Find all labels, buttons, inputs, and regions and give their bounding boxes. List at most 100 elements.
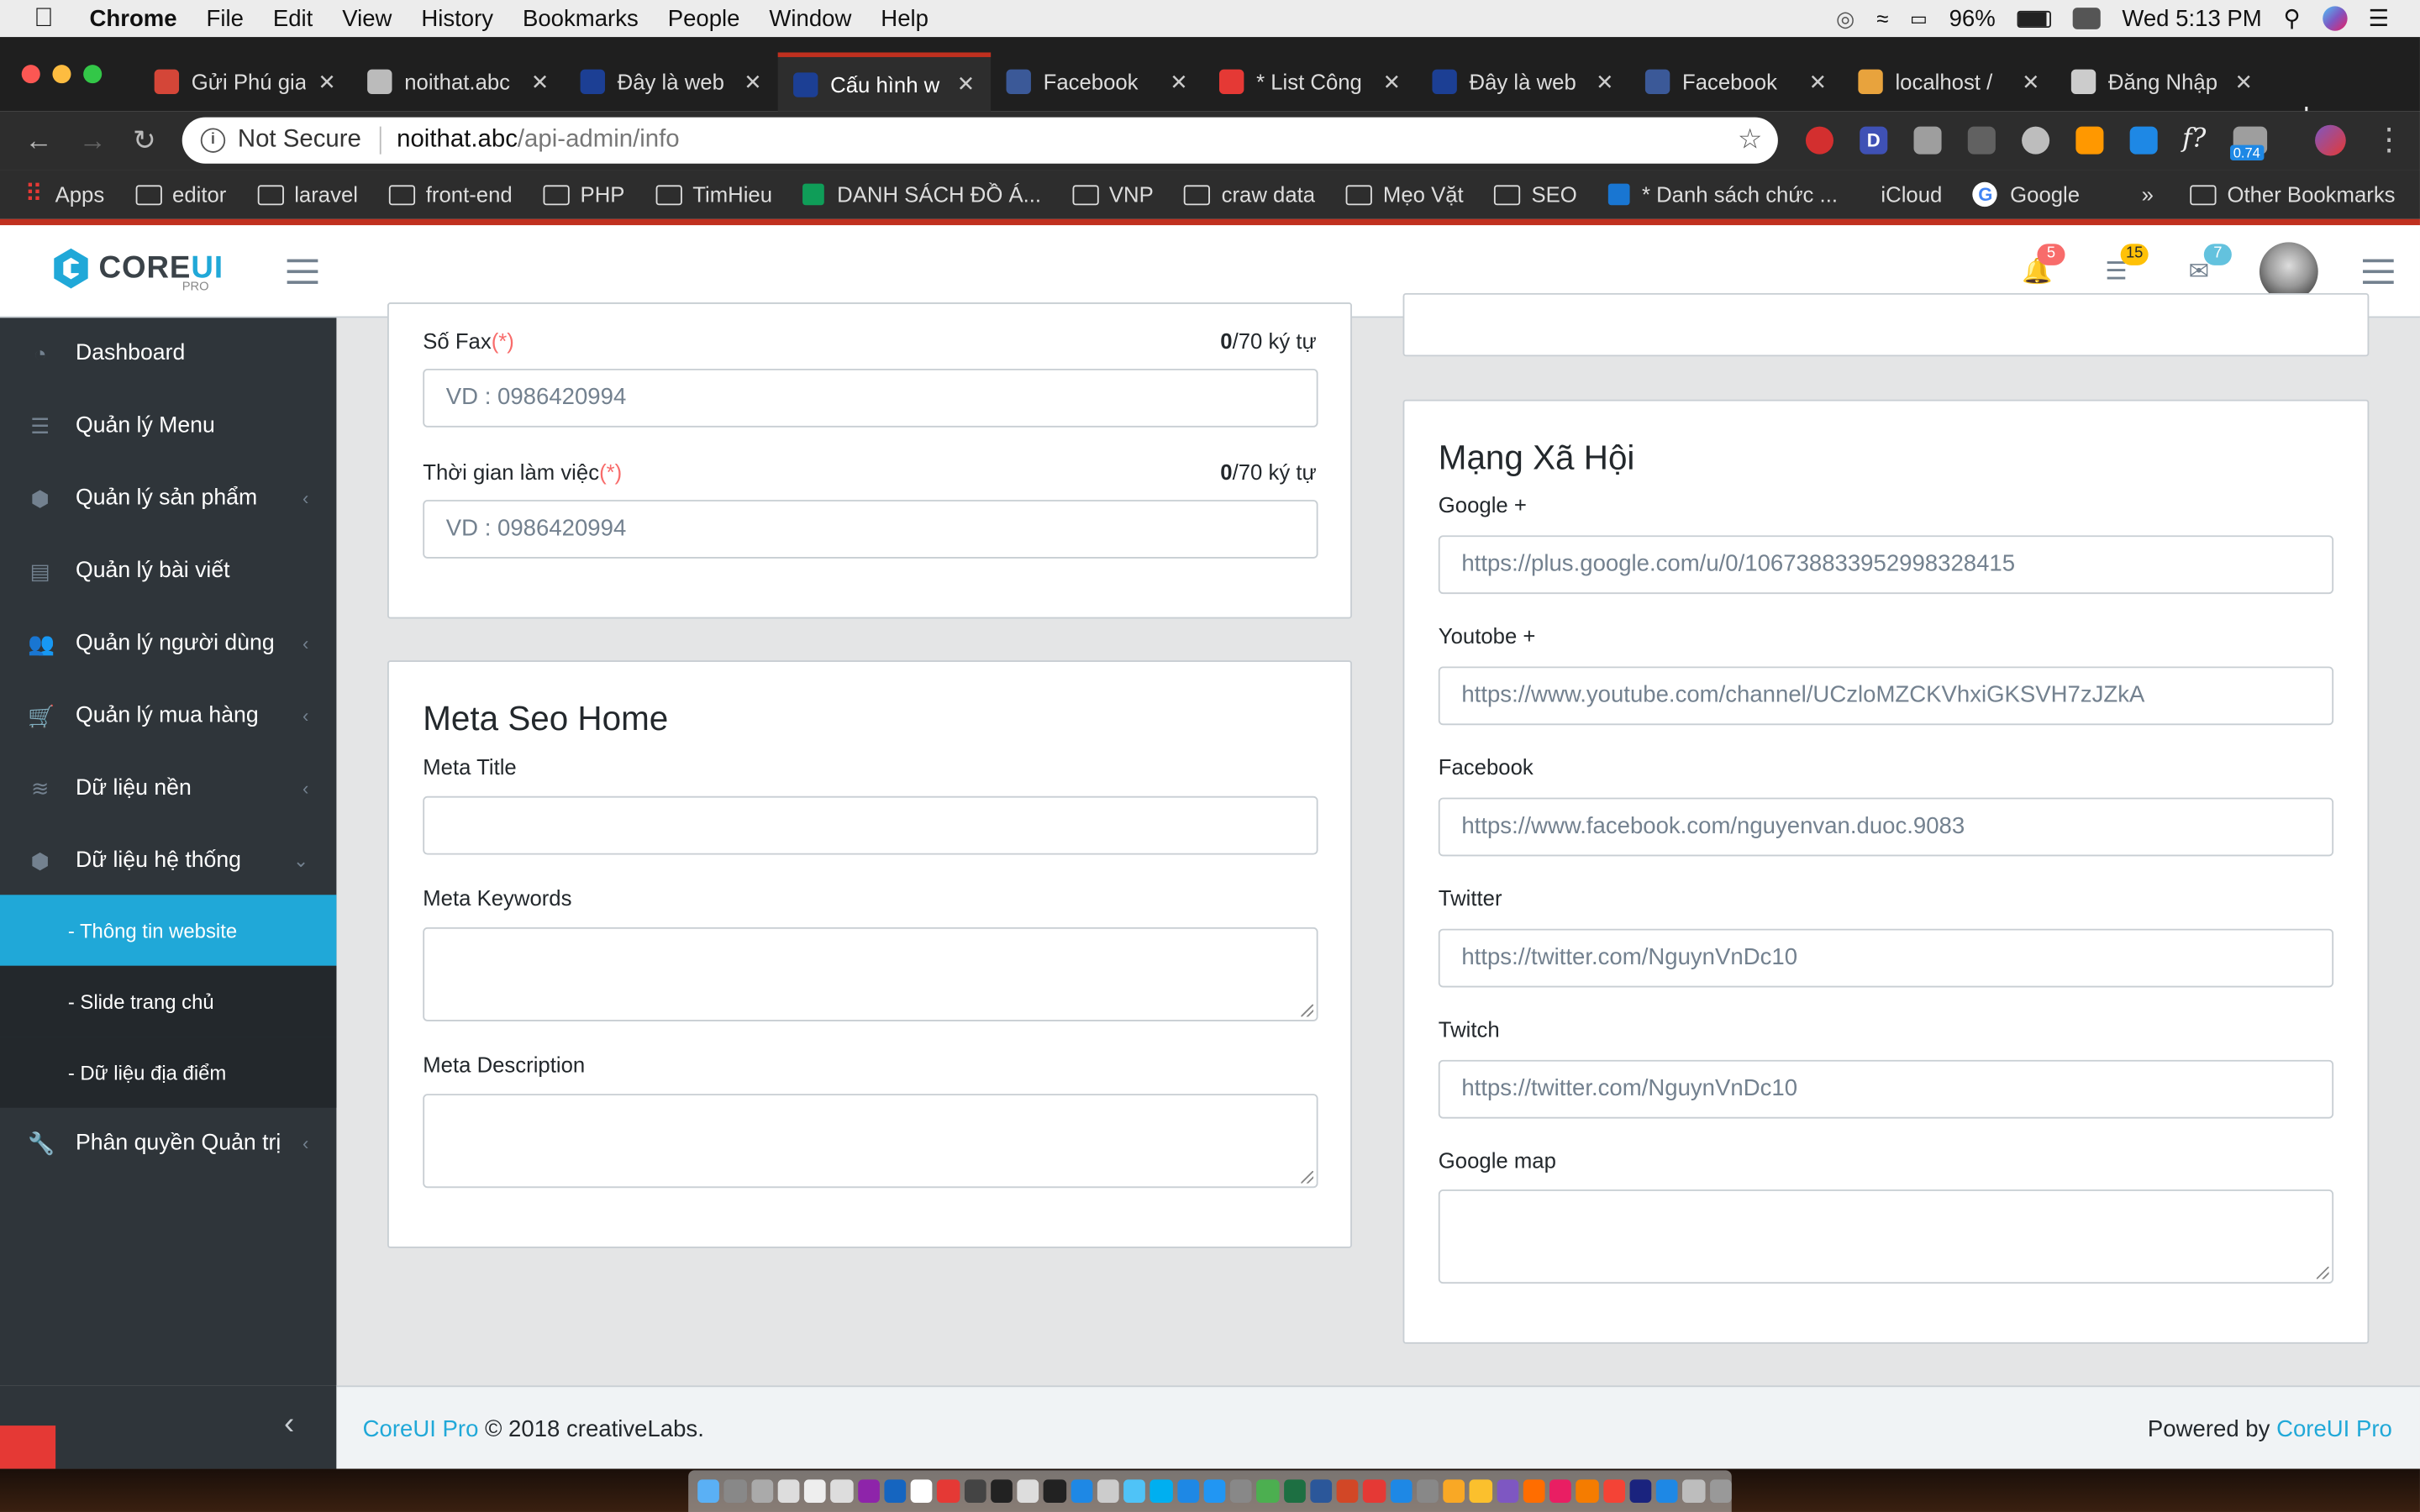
mail-icon[interactable]: ✉ 7 <box>2188 244 2232 286</box>
recycle-extension-icon[interactable] <box>1967 126 1996 155</box>
bookmark-item[interactable]: DANH SÁCH ĐỒ Á... <box>802 182 1041 207</box>
sidebar-item[interactable]: ⬢ Dữ liệu hệ thống ⌄ <box>0 826 336 896</box>
dock-app-icon[interactable] <box>1097 1479 1119 1503</box>
dock-app-icon[interactable] <box>830 1479 853 1503</box>
bookmark-item[interactable]: G Google <box>1973 181 2080 207</box>
browser-tab[interactable]: Cấu hình w ✕ <box>777 52 992 112</box>
bookmark-item[interactable]: front-end <box>388 182 513 207</box>
social-field-input[interactable]: https://plus.google.com/u/0/106738833952… <box>1438 535 2334 595</box>
footer-powered-link[interactable]: CoreUI Pro <box>2276 1416 2392 1442</box>
sidebar-item[interactable]: ◔ Dashboard <box>0 318 336 388</box>
dock-app-icon[interactable] <box>1203 1479 1226 1503</box>
dock-app-icon[interactable] <box>1389 1479 1413 1503</box>
tab-close-icon[interactable]: ✕ <box>2235 69 2254 95</box>
dock-app-icon[interactable] <box>1229 1479 1253 1503</box>
dock-app-icon[interactable] <box>1469 1479 1492 1503</box>
bookmark-star-icon[interactable]: ☆ <box>1738 123 1763 156</box>
dock-app-icon[interactable] <box>1070 1479 1092 1503</box>
social-field-input[interactable]: https://www.facebook.com/nguyenvan.duoc.… <box>1438 797 2334 857</box>
dock-app-icon[interactable] <box>1682 1479 1705 1503</box>
meta-description-textarea[interactable] <box>423 1094 1318 1189</box>
fax-input[interactable]: VD : 0986420994 <box>423 368 1318 428</box>
clock[interactable]: Wed 5:13 PM <box>2122 5 2261 31</box>
sidebar-item[interactable]: ⬢ Quản lý sản phẩm ‹ <box>0 463 336 533</box>
dock-app-icon[interactable] <box>1709 1479 1732 1503</box>
apple-icon[interactable]:  <box>34 4 61 33</box>
sidebar-item-permissions[interactable]: 🔧 Phân quyền Quản trị ‹ <box>0 1108 336 1179</box>
menu-help[interactable]: Help <box>881 5 929 31</box>
bookmark-item[interactable]: iCloud <box>1869 182 1942 207</box>
wifi-icon[interactable]: ≈ <box>1876 6 1888 30</box>
dock-app-icon[interactable] <box>1443 1479 1465 1503</box>
dock-app-icon[interactable] <box>1602 1479 1625 1503</box>
dock-app-icon[interactable] <box>750 1479 773 1503</box>
bookmark-item[interactable]: SEO <box>1494 182 1577 207</box>
working-time-input[interactable]: VD : 0986420994 <box>423 500 1318 559</box>
dock-app-icon[interactable] <box>1655 1479 1678 1503</box>
profile-avatar-icon[interactable] <box>2315 124 2346 156</box>
bookmark-item[interactable]: PHP <box>543 182 624 207</box>
tab-close-icon[interactable]: ✕ <box>957 71 976 97</box>
dock-app-icon[interactable] <box>1017 1479 1039 1503</box>
bookmark-item[interactable]: Mẹo Vặt <box>1345 182 1464 207</box>
dock-app-icon[interactable] <box>1363 1479 1386 1503</box>
notification-center-icon[interactable]: ☰ <box>2369 5 2390 32</box>
tab-close-icon[interactable]: ✕ <box>2022 69 2040 95</box>
sidebar-item[interactable]: ☰ Quản lý Menu <box>0 391 336 461</box>
bookmark-item[interactable]: * Danh sách chức ... <box>1607 182 1838 207</box>
menu-people[interactable]: People <box>668 5 740 31</box>
dock-app-icon[interactable] <box>937 1479 960 1503</box>
sidebar-item[interactable]: 👥 Quản lý người dùng ‹ <box>0 608 336 679</box>
social-field-input[interactable]: https://twitter.com/NguynVnDc10 <box>1438 928 2334 988</box>
info-icon[interactable]: i <box>200 128 226 153</box>
list-icon[interactable]: ☰ 15 <box>2105 244 2149 286</box>
bookmark-item[interactable]: » <box>2129 182 2154 207</box>
dock-app-icon[interactable] <box>803 1479 827 1503</box>
minimize-window-button[interactable] <box>52 65 71 84</box>
dock-app-icon[interactable] <box>883 1479 907 1503</box>
d-extension-icon[interactable]: D <box>1860 126 1888 155</box>
bell-icon[interactable]: 🔔 5 <box>2022 244 2065 286</box>
creative-cloud-icon[interactable]: ◎ <box>1836 5 1854 31</box>
tab-close-icon[interactable]: ✕ <box>1809 69 1828 95</box>
sidebar-subitem[interactable]: - Dữ liệu địa điểm <box>0 1037 337 1108</box>
battery-percent[interactable]: 96% <box>1949 5 1996 31</box>
forward-icon[interactable]: → <box>79 125 107 158</box>
dock-app-icon[interactable] <box>1309 1479 1333 1503</box>
sidebar-item[interactable]: 🛒 Quản lý mua hàng ‹ <box>0 680 336 751</box>
gear-extension-icon[interactable] <box>2022 126 2050 155</box>
bookmark-item[interactable]: editor <box>134 182 226 207</box>
reload-icon[interactable]: ↻ <box>133 125 156 158</box>
dock-app-icon[interactable] <box>723 1479 747 1503</box>
dock-app-icon[interactable] <box>1044 1479 1066 1503</box>
dock-app-icon[interactable] <box>1523 1479 1545 1503</box>
bookmark-item[interactable]: VNP <box>1071 182 1154 207</box>
bookmark-item[interactable]: Other Bookmarks <box>2190 182 2396 207</box>
tab-close-icon[interactable]: ✕ <box>744 69 762 95</box>
close-window-button[interactable] <box>21 65 40 84</box>
bookmark-item[interactable]: laravel <box>257 182 358 207</box>
sidebar-item[interactable]: ▤ Quản lý bài viết <box>0 535 336 606</box>
google-map-textarea[interactable] <box>1438 1189 2334 1284</box>
ublock-extension-icon[interactable] <box>1805 126 1833 155</box>
tab-close-icon[interactable]: ✕ <box>1383 69 1402 95</box>
menu-window[interactable]: Window <box>769 5 851 31</box>
dock-app-icon[interactable] <box>910 1479 933 1503</box>
spotlight-icon[interactable]: ⚲ <box>2283 5 2300 32</box>
menu-view[interactable]: View <box>342 5 392 31</box>
sidebar-subitem[interactable]: - Slide trang chủ <box>0 965 337 1037</box>
dock-app-icon[interactable] <box>1549 1479 1572 1503</box>
bookmark-item[interactable]: TimHieu <box>655 182 772 207</box>
dock-app-icon[interactable] <box>1176 1479 1199 1503</box>
chrome-menu-icon[interactable]: ⋮ <box>2374 120 2405 159</box>
url-path[interactable]: /api-admin/info <box>518 127 680 155</box>
dock-app-icon[interactable] <box>1150 1479 1172 1503</box>
menu-history[interactable]: History <box>421 5 493 31</box>
social-field-input[interactable]: https://twitter.com/NguynVnDc10 <box>1438 1059 2334 1119</box>
chart-extension-icon[interactable] <box>2129 126 2158 155</box>
dock-app-icon[interactable] <box>964 1479 986 1503</box>
dock-app-icon[interactable] <box>857 1479 880 1503</box>
browser-tab[interactable]: Đây là web ✕ <box>1417 52 1629 111</box>
zoom-window-button[interactable] <box>83 65 103 84</box>
dock-app-icon[interactable] <box>1629 1479 1652 1503</box>
